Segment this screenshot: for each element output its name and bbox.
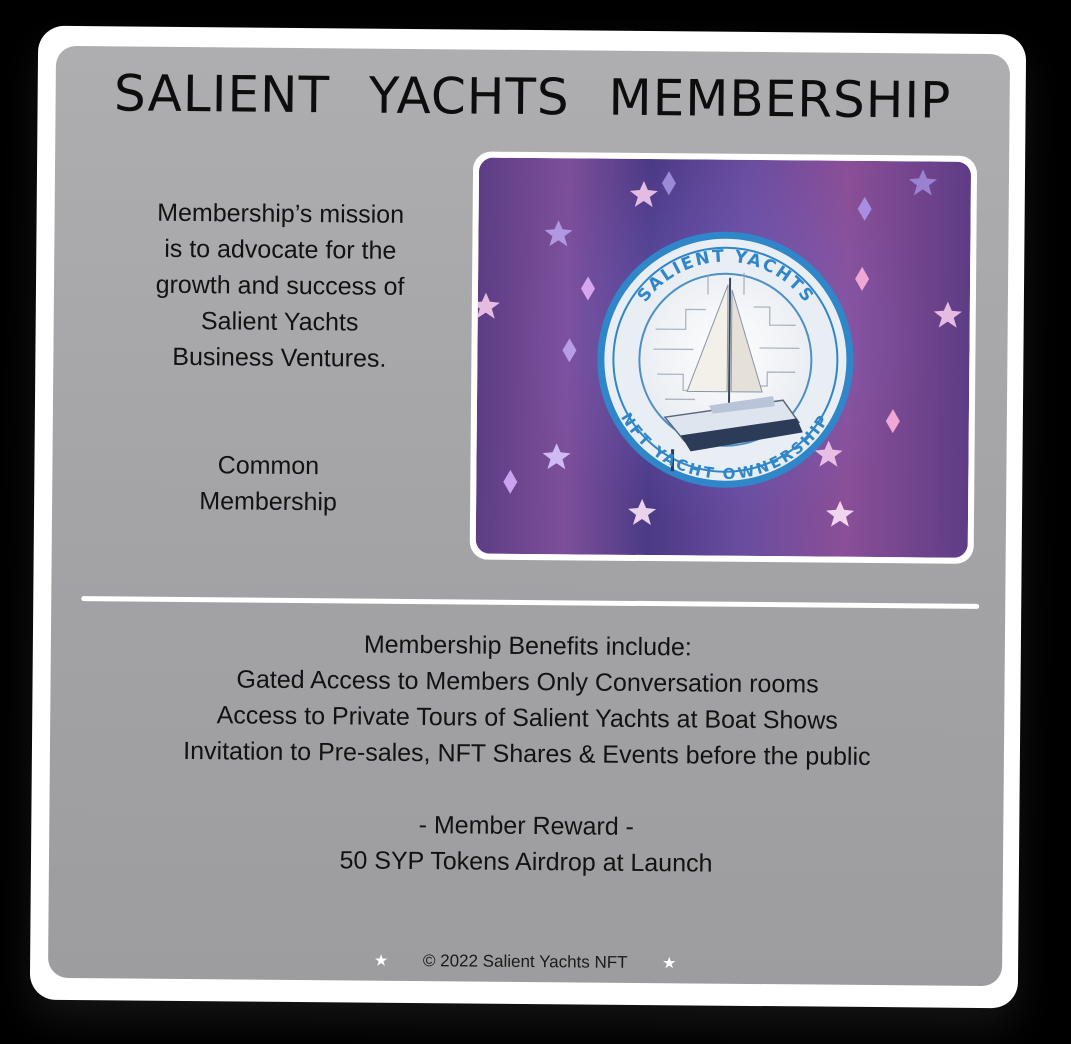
star-icon <box>933 301 962 328</box>
mission-line: is to advocate for the <box>164 234 397 265</box>
membership-tier: Common Membership <box>148 447 389 521</box>
card-panel: SALIENT YACHTS MEMBERSHIP Membership’s m… <box>47 45 1011 987</box>
star-icon <box>542 443 571 470</box>
benefit-item: Invitation to Pre-sales, NFT Shares & Ev… <box>183 737 871 771</box>
badge-artwork: SALIENT YACHTS NFT YACHT OWNERSHIP <box>475 157 972 558</box>
star-icon <box>544 220 573 247</box>
star-icon: ★ <box>661 955 677 973</box>
star-icon: ★ <box>373 952 389 970</box>
tier-line: Common <box>217 451 320 481</box>
member-reward: - Member Reward - 50 SYP Tokens Airdrop … <box>49 804 1004 884</box>
mission-line: growth and success of <box>155 270 405 301</box>
page-title: SALIENT YACHTS MEMBERSHIP <box>113 64 952 130</box>
footer: ★ © 2022 Salient Yachts NFT ★ <box>48 948 1002 976</box>
section-divider <box>81 596 980 609</box>
mission-text: Membership’s mission is to advocate for … <box>119 194 441 377</box>
mission-line: Business Ventures. <box>172 342 387 373</box>
star-icon <box>629 180 658 208</box>
copyright-text: © 2022 Salient Yachts NFT <box>422 951 628 972</box>
badge-artwork-frame: SALIENT YACHTS NFT YACHT OWNERSHIP <box>469 151 978 564</box>
star-icon <box>908 169 937 196</box>
star-icon <box>826 500 855 527</box>
star-icon <box>475 292 500 319</box>
salient-yachts-badge: SALIENT YACHTS NFT YACHT OWNERSHIP <box>597 231 854 488</box>
badge-svg: SALIENT YACHTS NFT YACHT OWNERSHIP <box>475 169 962 527</box>
membership-card: SALIENT YACHTS MEMBERSHIP Membership’s m… <box>29 25 1027 1009</box>
mission-line: Membership’s mission <box>157 198 405 229</box>
reward-detail: 50 SYP Tokens Airdrop at Launch <box>339 846 713 878</box>
tier-line: Membership <box>199 487 338 517</box>
star-icon <box>628 498 657 526</box>
mission-line: Salient Yachts <box>200 307 359 337</box>
benefits-list: Membership Benefits include: Gated Acces… <box>50 624 1005 776</box>
